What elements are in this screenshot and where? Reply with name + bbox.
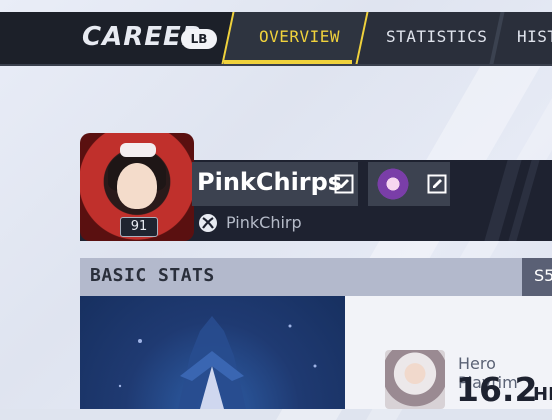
season-label[interactable]: S5 — [534, 266, 552, 285]
tab-active-underline — [224, 60, 352, 64]
top-nav-bar: CAREER LB OVERVIEW STATISTICS HISTO — [0, 12, 552, 66]
tab-separator — [489, 12, 505, 64]
edit-icon[interactable] — [334, 174, 354, 194]
hero-playtime-unit: HR — [533, 384, 552, 405]
tab-overview[interactable]: OVERVIEW — [259, 27, 340, 46]
basic-stats-title: BASIC STATS — [90, 265, 215, 286]
platform-name: PinkChirp — [226, 213, 302, 232]
xbox-icon — [199, 214, 217, 232]
player-name: PinkChirps — [197, 168, 343, 196]
player-icon[interactable] — [374, 167, 412, 201]
lb-badge[interactable]: LB — [181, 29, 217, 49]
tab-statistics[interactable]: STATISTICS — [386, 27, 487, 46]
rank-crest-icon — [118, 316, 317, 409]
tab-history[interactable]: HISTO — [517, 27, 552, 46]
hero-portrait[interactable] — [385, 350, 445, 409]
edit-icon[interactable] — [427, 174, 447, 194]
hero-playtime-value: 16.2 — [456, 370, 538, 409]
level-badge: 91 — [120, 217, 158, 237]
avatar-bow — [120, 143, 156, 157]
avatar-face — [117, 163, 157, 209]
